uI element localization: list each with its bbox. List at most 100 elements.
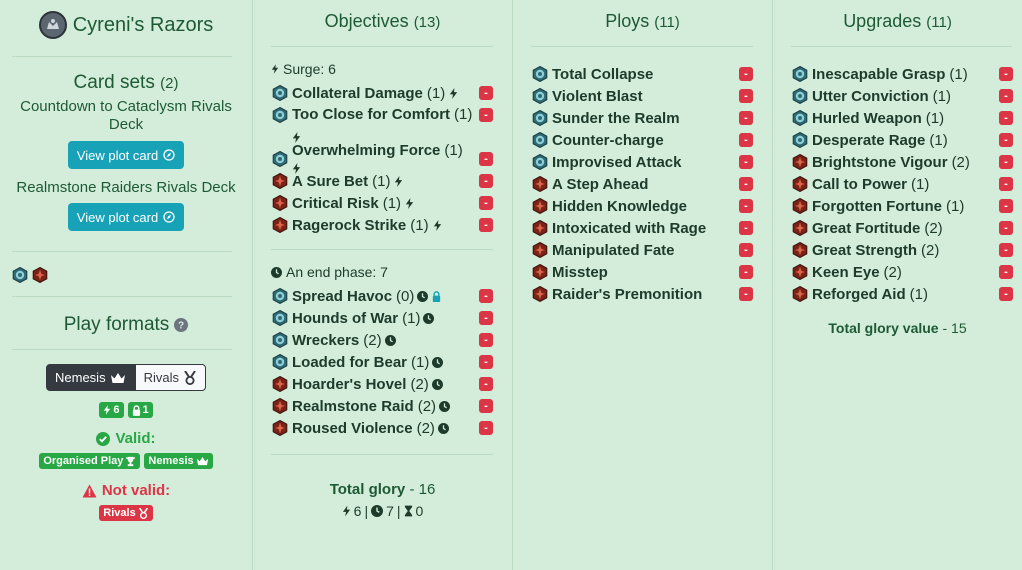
remove-card-button[interactable]: - xyxy=(739,221,753,235)
remove-card-button[interactable]: - xyxy=(479,333,493,347)
card-name[interactable]: A Step Ahead xyxy=(552,176,648,193)
card-name[interactable]: Total Collapse xyxy=(552,66,653,83)
remove-card-button[interactable]: - xyxy=(479,174,493,188)
card-row[interactable]: Forgotten Fortune (1) - xyxy=(792,195,1022,217)
card-name[interactable]: A Sure Bet xyxy=(292,173,368,190)
card-row[interactable]: Raider's Premonition - xyxy=(532,283,772,305)
card-name[interactable]: Overwhelming Force xyxy=(292,142,440,159)
remove-card-button[interactable]: - xyxy=(479,152,493,166)
card-name[interactable]: Realmstone Raid xyxy=(292,398,414,415)
card-row[interactable]: Brightstone Vigour (2) - xyxy=(792,151,1022,173)
remove-card-button[interactable]: - xyxy=(479,196,493,210)
card-row[interactable]: Keen Eye (2) - xyxy=(792,261,1022,283)
card-name[interactable]: Collateral Damage xyxy=(292,85,423,102)
card-row[interactable]: Overwhelming Force (1) - xyxy=(272,142,512,170)
card-row[interactable]: Desperate Rage (1) - xyxy=(792,129,1022,151)
card-row[interactable]: Manipulated Fate - xyxy=(532,239,772,261)
remove-card-button[interactable]: - xyxy=(999,111,1013,125)
view-plot-card-button[interactable]: View plot card xyxy=(68,141,184,169)
remove-card-button[interactable]: - xyxy=(739,199,753,213)
card-name[interactable]: Forgotten Fortune xyxy=(812,198,942,215)
card-row[interactable]: Hidden Knowledge - xyxy=(532,195,772,217)
remove-card-button[interactable]: - xyxy=(739,265,753,279)
card-row[interactable]: Realmstone Raid (2) - xyxy=(272,395,512,417)
card-row[interactable]: Ragerock Strike (1) - xyxy=(272,214,512,236)
card-name[interactable]: Counter-charge xyxy=(552,132,664,149)
remove-card-button[interactable]: - xyxy=(739,133,753,147)
remove-card-button[interactable]: - xyxy=(739,243,753,257)
card-name[interactable]: Ragerock Strike xyxy=(292,217,406,234)
remove-card-button[interactable]: - xyxy=(479,86,493,100)
card-name[interactable]: Reforged Aid xyxy=(812,286,906,303)
remove-card-button[interactable]: - xyxy=(739,111,753,125)
card-name[interactable]: Great Strength xyxy=(812,242,917,259)
remove-card-button[interactable]: - xyxy=(999,89,1013,103)
card-name[interactable]: Hurled Weapon xyxy=(812,110,922,127)
card-row[interactable]: Utter Conviction (1) - xyxy=(792,85,1022,107)
card-row[interactable]: Improvised Attack - xyxy=(532,151,772,173)
remove-card-button[interactable]: - xyxy=(479,355,493,369)
remove-card-button[interactable]: - xyxy=(999,287,1013,301)
remove-card-button[interactable]: - xyxy=(739,89,753,103)
card-row[interactable]: Sunder the Realm - xyxy=(532,107,772,129)
card-row[interactable]: Loaded for Bear (1) - xyxy=(272,351,512,373)
card-row[interactable]: A Step Ahead - xyxy=(532,173,772,195)
card-row[interactable]: Hounds of War (1) - xyxy=(272,307,512,329)
card-name[interactable]: Roused Violence xyxy=(292,420,413,437)
help-icon[interactable]: ? xyxy=(174,318,189,332)
card-name[interactable]: Raider's Premonition xyxy=(552,286,702,303)
remove-card-button[interactable]: - xyxy=(999,155,1013,169)
remove-card-button[interactable]: - xyxy=(479,289,493,303)
card-row[interactable]: Violent Blast - xyxy=(532,85,772,107)
remove-card-button[interactable]: - xyxy=(999,67,1013,81)
card-row[interactable]: Inescapable Grasp (1) - xyxy=(792,63,1022,85)
remove-card-button[interactable]: - xyxy=(999,133,1013,147)
nemesis-format-button[interactable]: Nemesis xyxy=(46,364,135,391)
card-name[interactable]: Misstep xyxy=(552,264,608,281)
card-row[interactable]: Total Collapse - xyxy=(532,63,772,85)
card-row[interactable]: Call to Power (1) - xyxy=(792,173,1022,195)
card-name[interactable]: Improvised Attack xyxy=(552,154,682,171)
card-row[interactable]: Intoxicated with Rage - xyxy=(532,217,772,239)
rivals-format-button[interactable]: Rivals xyxy=(134,364,206,391)
remove-card-button[interactable]: - xyxy=(479,377,493,391)
card-name[interactable]: Hoarder's Hovel xyxy=(292,376,406,393)
card-name[interactable]: Too Close for Comfort xyxy=(292,106,450,123)
remove-card-button[interactable]: - xyxy=(739,287,753,301)
view-plot-card-button[interactable]: View plot card xyxy=(68,203,184,231)
remove-card-button[interactable]: - xyxy=(999,221,1013,235)
card-name[interactable]: Hounds of War xyxy=(292,310,398,327)
remove-card-button[interactable]: - xyxy=(479,108,493,122)
card-name[interactable]: Utter Conviction xyxy=(812,88,929,105)
remove-card-button[interactable]: - xyxy=(479,399,493,413)
remove-card-button[interactable]: - xyxy=(999,265,1013,279)
card-name[interactable]: Loaded for Bear xyxy=(292,354,407,371)
remove-card-button[interactable]: - xyxy=(739,177,753,191)
remove-card-button[interactable]: - xyxy=(999,199,1013,213)
card-name[interactable]: Spread Havoc xyxy=(292,288,392,305)
card-row[interactable]: A Sure Bet (1) - xyxy=(272,170,512,192)
card-name[interactable]: Great Fortitude xyxy=(812,220,920,237)
card-name[interactable]: Violent Blast xyxy=(552,88,643,105)
card-row[interactable]: Roused Violence (2) - xyxy=(272,417,512,439)
card-row[interactable]: Wreckers (2) - xyxy=(272,329,512,351)
remove-card-button[interactable]: - xyxy=(479,421,493,435)
card-name[interactable]: Critical Risk xyxy=(292,195,379,212)
card-row[interactable]: Hoarder's Hovel (2) - xyxy=(272,373,512,395)
remove-card-button[interactable]: - xyxy=(999,177,1013,191)
card-name[interactable]: Wreckers xyxy=(292,332,359,349)
card-name[interactable]: Keen Eye xyxy=(812,264,880,281)
card-row[interactable]: Great Strength (2) - xyxy=(792,239,1022,261)
card-name[interactable]: Call to Power xyxy=(812,176,907,193)
card-name[interactable]: Hidden Knowledge xyxy=(552,198,687,215)
card-name[interactable]: Desperate Rage xyxy=(812,132,925,149)
card-row[interactable]: Collateral Damage (1) - xyxy=(272,82,512,104)
card-row[interactable]: Critical Risk (1) - xyxy=(272,192,512,214)
card-name[interactable]: Manipulated Fate xyxy=(552,242,675,259)
card-name[interactable]: Intoxicated with Rage xyxy=(552,220,706,237)
remove-card-button[interactable]: - xyxy=(739,155,753,169)
remove-card-button[interactable]: - xyxy=(479,311,493,325)
card-row[interactable]: Hurled Weapon (1) - xyxy=(792,107,1022,129)
remove-card-button[interactable]: - xyxy=(739,67,753,81)
card-row[interactable]: Misstep - xyxy=(532,261,772,283)
